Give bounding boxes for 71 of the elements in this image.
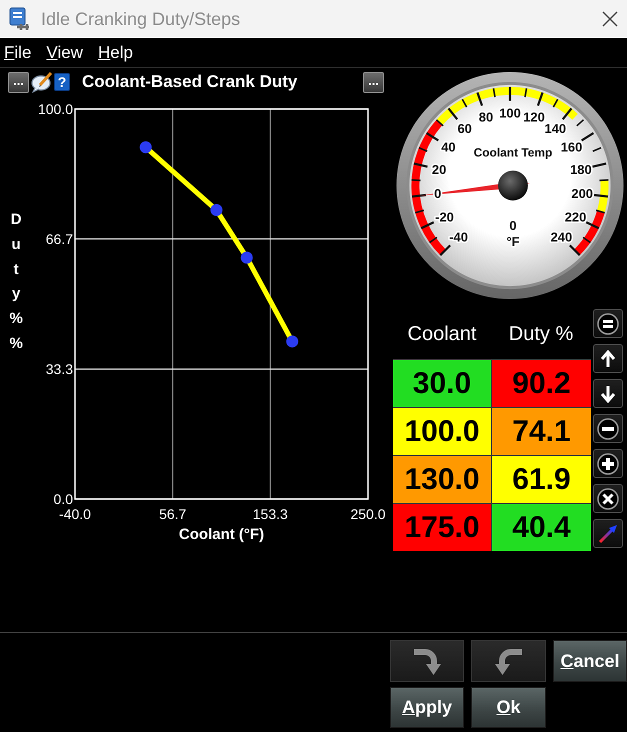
gauge-scale-label: -40	[449, 229, 468, 244]
close-button[interactable]	[601, 10, 619, 28]
table-cell[interactable]: 74.1	[492, 408, 591, 455]
multiply-button[interactable]	[593, 484, 623, 513]
needle-hub	[498, 170, 528, 200]
menu-item[interactable]: View	[46, 42, 83, 62]
gauge-scale-label: 200	[571, 186, 594, 202]
table-cell[interactable]: 130.0	[393, 456, 491, 503]
more-button[interactable]: ...	[8, 72, 29, 92]
interpolate-button[interactable]	[593, 519, 623, 548]
axis-title: Coolant (°F)	[178, 526, 264, 543]
diagonal-arrow-icon	[598, 524, 618, 544]
data-point[interactable]	[286, 335, 298, 348]
panel-title: Coolant-Based Crank Duty	[82, 72, 298, 92]
app-icon	[9, 7, 31, 31]
axis-tick-label: -40.0	[59, 506, 91, 522]
gauge-scale-label: 20	[432, 162, 446, 177]
gauge-scale-label: 80	[478, 109, 494, 124]
table-cell[interactable]: 30.0	[393, 360, 491, 407]
axis-tick-label: 250.0	[350, 506, 386, 522]
axis-tick-label: 33.3	[46, 361, 73, 378]
data-point[interactable]	[140, 141, 152, 154]
decrement-button[interactable]	[593, 379, 623, 408]
minus-icon	[597, 418, 619, 440]
equals-icon	[597, 312, 619, 334]
subtract-button[interactable]	[593, 414, 623, 443]
gauge-scale-label: 220	[564, 210, 586, 225]
data-point[interactable]	[210, 204, 222, 216]
table-cell[interactable]: 61.9	[492, 456, 591, 503]
dialog-button[interactable]: Ok	[471, 687, 546, 728]
gauge-scale-label: 140	[544, 121, 566, 136]
gauge-scale-label: 160	[560, 139, 582, 154]
down-arrow-icon	[600, 384, 616, 402]
axis-title: Duty % %	[9, 210, 27, 354]
axis-tick-label: 153.3	[252, 506, 288, 522]
help-button[interactable]: ?	[54, 73, 70, 91]
menu-item[interactable]: Help	[98, 42, 133, 62]
set-equal-button[interactable]	[593, 309, 623, 338]
plus-icon	[597, 452, 619, 474]
gauge-reading: 0	[509, 218, 517, 233]
up-arrow-icon	[600, 350, 616, 368]
gauge-scale-label: 240	[550, 229, 572, 244]
add-button[interactable]	[593, 449, 623, 478]
close-icon	[602, 11, 618, 27]
dialog-button[interactable]: Cancel	[553, 640, 627, 682]
dialog-button[interactable]: Apply	[390, 687, 464, 728]
table-cell[interactable]: 175.0	[393, 504, 491, 551]
axis-tick-label: 100.0	[38, 101, 73, 117]
gauge-unit: °F	[506, 234, 520, 249]
gauge-title: Coolant Temp	[474, 146, 552, 160]
window-title: Idle Cranking Duty/Steps	[41, 8, 240, 30]
data-point[interactable]	[240, 252, 253, 264]
gauge-scale-label: -20	[435, 210, 454, 225]
x-icon	[597, 488, 619, 510]
menu-item[interactable]: File	[4, 42, 32, 62]
gauge-scale-label: 120	[523, 109, 545, 124]
increment-button[interactable]	[593, 344, 623, 373]
axis-tick-label: 66.7	[46, 230, 73, 247]
gauge-scale-label: 60	[457, 121, 472, 136]
table-cell[interactable]: 40.4	[492, 504, 591, 551]
table-cell[interactable]: 100.0	[393, 408, 491, 455]
column-header: Duty %	[508, 322, 574, 346]
table-cell[interactable]: 90.2	[492, 360, 591, 407]
gauge-scale-label: 180	[570, 162, 592, 177]
pencil-bubble-icon[interactable]	[31, 71, 53, 93]
more-button[interactable]: ...	[363, 72, 384, 92]
axis-tick-label: 56.7	[159, 506, 186, 522]
gauge-scale-label: 40	[441, 139, 456, 154]
axis-tick-label: 0.0	[54, 491, 73, 507]
column-header: Coolant	[406, 322, 478, 346]
gauge-scale-label: 100	[499, 105, 521, 120]
